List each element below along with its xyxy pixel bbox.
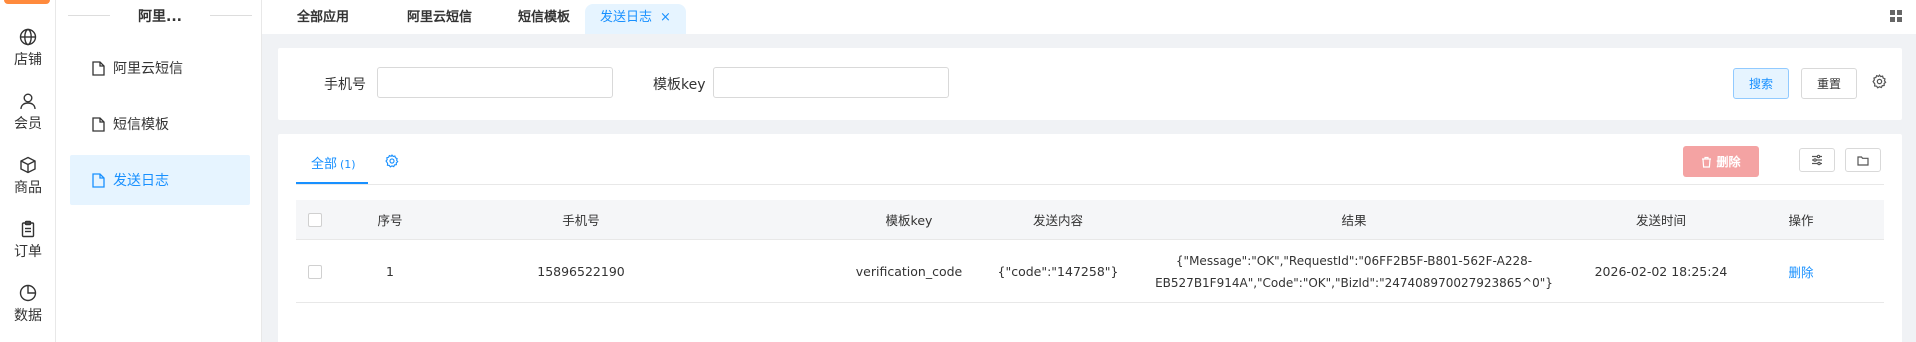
result-line: EB527B1F914A","Code":"OK","BizId":"24740… xyxy=(1155,275,1553,290)
file-icon xyxy=(92,116,105,132)
tab-label: 发送日志 xyxy=(600,10,653,25)
cell-send-time: 2026-02-02 18:25:24 xyxy=(1594,264,1728,279)
rail-item-member[interactable]: 会员 xyxy=(0,92,56,133)
tab-all-count: (1) xyxy=(340,158,356,171)
column-header: 操作 xyxy=(1788,213,1814,228)
tab-send-log[interactable]: 发送日志 × xyxy=(585,4,686,34)
rail-item-store[interactable]: 店铺 xyxy=(0,28,56,69)
globe-icon xyxy=(19,28,37,46)
column-header: 发送时间 xyxy=(1635,213,1686,228)
sidebar-item-send-log[interactable]: 发送日志 xyxy=(70,155,250,205)
folder-button[interactable] xyxy=(1845,148,1881,172)
tab-all-label: 全部 xyxy=(311,157,338,172)
column-header: 序号 xyxy=(377,213,403,228)
batch-delete-button[interactable]: 删除 xyxy=(1683,146,1759,177)
result-line: {"Message":"OK","RequestId":"06FF2B5F-B8… xyxy=(1175,253,1533,268)
phone-label: 手机号 xyxy=(324,77,366,93)
row-checkbox-cell xyxy=(296,241,334,302)
trash-icon xyxy=(1702,156,1712,168)
table-row: 1 15896522190 verification_code {"code":… xyxy=(296,241,1884,303)
brand-logo[interactable] xyxy=(4,0,50,4)
rail-item-label: 店铺 xyxy=(14,52,42,68)
sidebar-item-label: 阿里云短信 xyxy=(113,61,183,77)
tab-bar: 全部应用 阿里云短信 短信模板 发送日志 × xyxy=(262,0,1916,34)
row-checkbox[interactable] xyxy=(308,264,322,279)
search-button[interactable]: 搜索 xyxy=(1733,68,1789,99)
template-key-input[interactable] xyxy=(713,67,949,98)
row-delete-link[interactable]: 删除 xyxy=(1788,262,1813,281)
tab-all-apps[interactable]: 全部应用 xyxy=(282,4,364,34)
sidebar-menu: 阿里... 阿里云短信 短信模板 发送日志 xyxy=(56,0,262,342)
tab-aliyun-sms[interactable]: 阿里云短信 xyxy=(392,4,487,34)
chart-icon xyxy=(19,284,37,302)
cell-action: 删除 xyxy=(1746,241,1856,302)
sidebar-item-label: 发送日志 xyxy=(113,173,169,189)
sidebar-item-sms-template[interactable]: 短信模板 xyxy=(70,99,250,149)
sidebar-item-aliyun-sms[interactable]: 阿里云短信 xyxy=(70,43,250,93)
column-header: 手机号 xyxy=(562,213,600,228)
rail-item-label: 订单 xyxy=(14,244,42,260)
folder-icon xyxy=(1857,155,1869,166)
close-icon[interactable]: × xyxy=(660,10,671,25)
cell-template-key: verification_code xyxy=(855,264,963,279)
rail-item-label: 商品 xyxy=(14,180,42,196)
file-icon xyxy=(92,172,105,188)
phone-input[interactable] xyxy=(377,67,613,98)
grid-icon[interactable] xyxy=(1890,10,1902,22)
clipboard-icon xyxy=(21,220,35,238)
table-panel: 全部 (1) 删除 序号 手机号 模板key 发送内容 结果 发送时间 操作 1 … xyxy=(278,134,1902,342)
submenu-title: 阿里... xyxy=(68,6,252,26)
search-panel: 手机号 模板key 搜索 重置 xyxy=(278,48,1902,120)
cell-content: {"code":"147258"} xyxy=(997,264,1119,279)
delete-label: 删除 xyxy=(1716,155,1741,169)
tab-sms-template[interactable]: 短信模板 xyxy=(503,4,585,34)
rail-item-data[interactable]: 数据 xyxy=(0,284,56,325)
rail-item-label: 数据 xyxy=(14,308,42,324)
column-settings-button[interactable] xyxy=(1799,148,1835,172)
tab-divider xyxy=(296,184,1884,185)
column-header: 发送内容 xyxy=(1032,213,1083,228)
cell-index: 1 xyxy=(386,264,394,279)
rail-item-goods[interactable]: 商品 xyxy=(0,156,56,197)
template-key-label: 模板key xyxy=(653,77,706,93)
column-header: 结果 xyxy=(1341,213,1367,228)
tab-label: 全部应用 xyxy=(297,10,350,25)
file-icon xyxy=(92,60,105,76)
sliders-icon xyxy=(1812,154,1822,166)
box-icon xyxy=(20,156,36,174)
table-header: 序号 手机号 模板key 发送内容 结果 发送时间 操作 xyxy=(296,200,1884,240)
user-icon xyxy=(20,93,36,110)
sidebar-item-label: 短信模板 xyxy=(113,117,169,133)
rail-item-orders[interactable]: 订单 xyxy=(0,220,56,261)
tab-label: 阿里云短信 xyxy=(407,10,473,25)
cell-phone: 15896522190 xyxy=(537,264,625,279)
select-all-checkbox[interactable] xyxy=(308,212,322,227)
rail-item-label: 会员 xyxy=(14,116,42,132)
reset-button[interactable]: 重置 xyxy=(1801,68,1857,99)
tab-all[interactable]: 全部 (1) xyxy=(296,154,368,184)
tab-label: 短信模板 xyxy=(518,10,571,25)
column-header: 模板key xyxy=(885,213,933,228)
app-rail: 店铺 会员 商品 订单 数据 xyxy=(0,0,56,342)
header-checkbox-cell xyxy=(296,200,334,239)
gear-icon[interactable] xyxy=(1872,74,1887,89)
cell-result: {"Message":"OK","RequestId":"06FF2B5F-B8… xyxy=(1144,241,1564,302)
gear-icon[interactable] xyxy=(385,154,399,168)
